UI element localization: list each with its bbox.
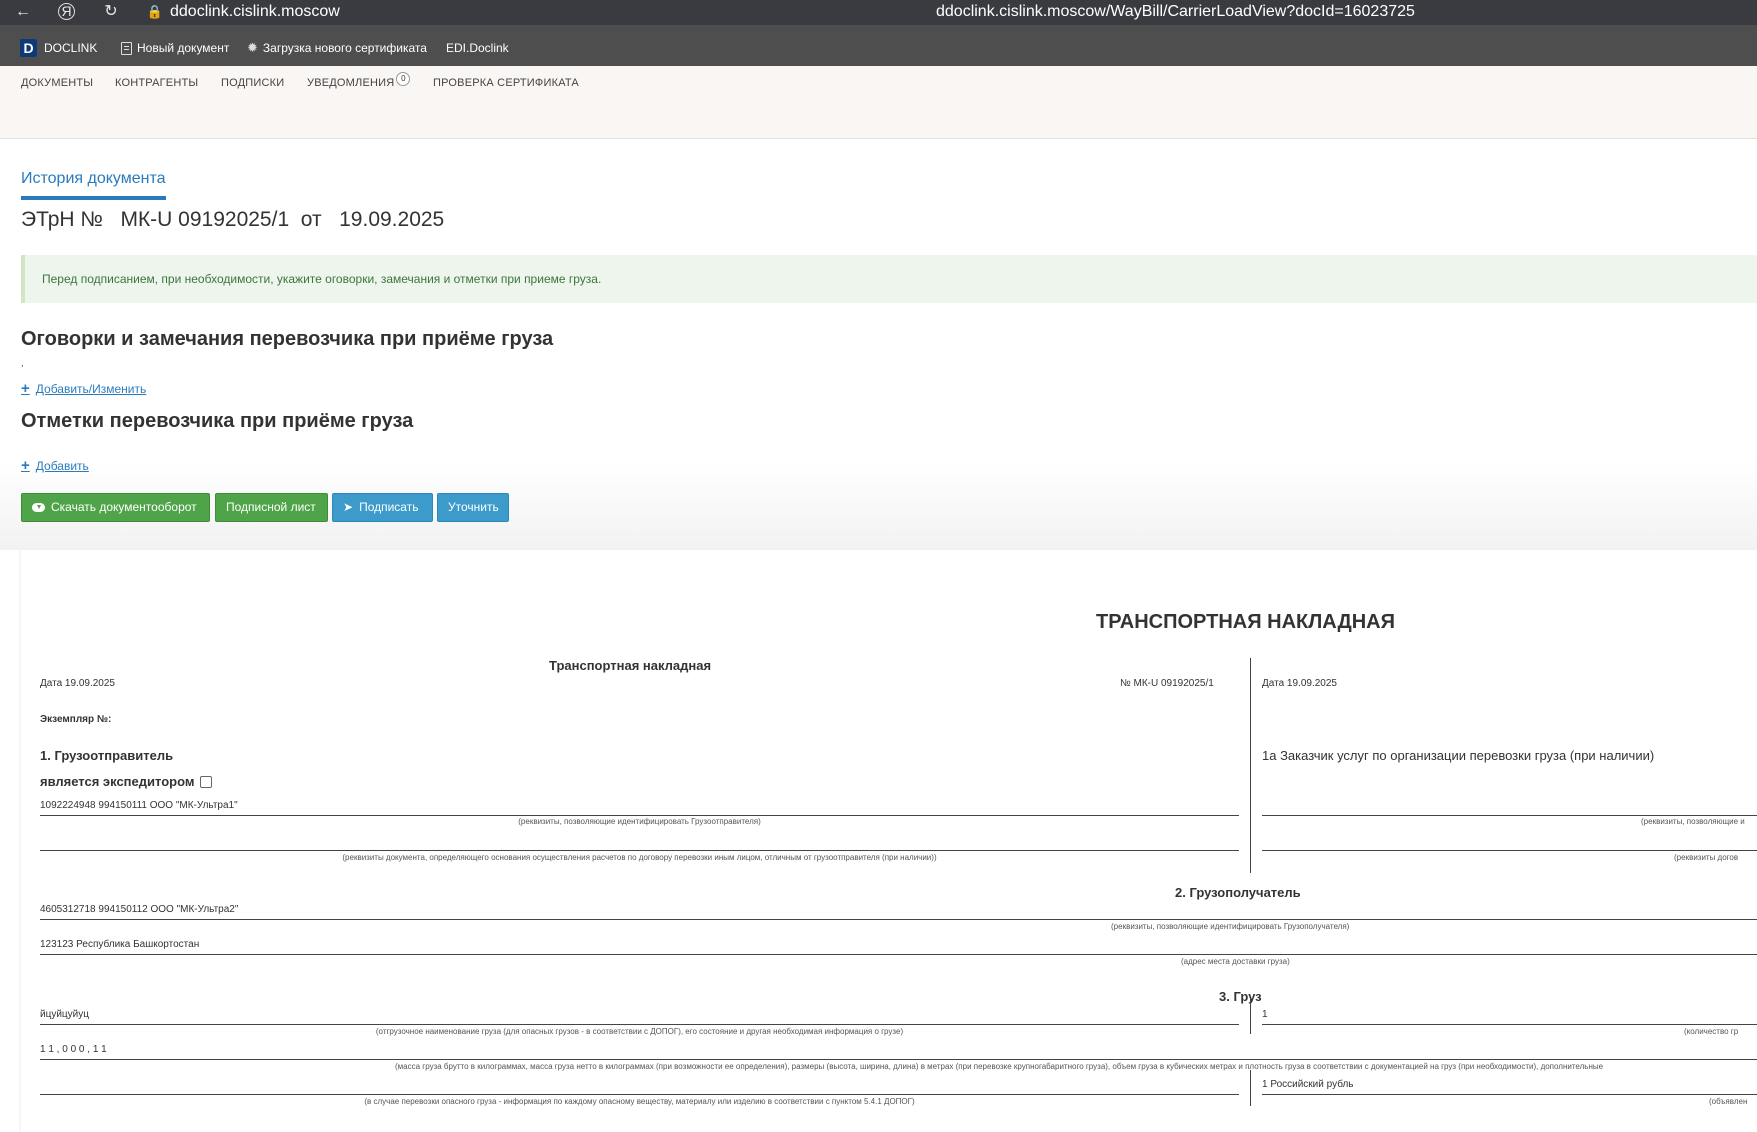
shipper-line — [40, 815, 1239, 816]
edi-doclink-link[interactable]: EDI.Doclink — [446, 41, 509, 55]
customer-doc-caption: (реквизиты догов — [1674, 853, 1739, 862]
consignee-line — [40, 919, 1757, 920]
consignee-value: 4605312718 994150112 ООО "МК-Ультра2" — [40, 904, 239, 915]
menu-subscriptions[interactable]: ПОДПИСКИ — [221, 77, 284, 89]
delivery-address-line — [40, 954, 1757, 955]
dangerous-line — [40, 1094, 1239, 1095]
doclink-logo-text[interactable]: DOCLINK — [44, 41, 97, 55]
remarks-value: , — [21, 358, 24, 368]
plus-icon: + — [21, 380, 30, 397]
menu-notifications-label: УВЕДОМЛЕНИЯ — [307, 77, 395, 89]
notifications-count-badge: 0 — [396, 72, 411, 86]
signature-sheet-label: Подписной лист — [226, 500, 316, 514]
download-docflow-button[interactable]: Скачать документооборот — [21, 493, 210, 522]
shipper-heading: 1. Грузоотправитель — [40, 748, 174, 763]
main-menu: ДОКУМЕНТЫ КОНТРАГЕНТЫ ПОДПИСКИ УВЕДОМЛЕН… — [0, 66, 1757, 139]
cargo-mass-line — [40, 1059, 1757, 1060]
new-document-link[interactable]: Новый документ — [121, 41, 229, 55]
declared-caption: (объявлен — [1709, 1097, 1748, 1106]
clarify-button[interactable]: Уточнить — [437, 493, 509, 522]
forwarder-row: является экспедитором — [40, 774, 213, 789]
sign-button[interactable]: ➤ Подписать — [332, 493, 433, 522]
add-label: Добавить — [35, 458, 89, 473]
forwarder-checkbox[interactable] — [200, 775, 213, 788]
marks-heading: Отметки перевозчика при приёме груза — [21, 410, 414, 432]
document-icon — [121, 41, 132, 55]
clarify-label: Уточнить — [448, 500, 499, 514]
dangerous-caption: (в случае перевозки опасного груза - инф… — [364, 1097, 915, 1106]
menu-contractors[interactable]: КОНТРАГЕНТЫ — [115, 77, 198, 89]
plus-icon: + — [21, 457, 30, 474]
waybill-date-right: Дата 19.09.2025 — [1262, 678, 1337, 689]
currency-divider — [1250, 1070, 1251, 1106]
cargo-name-line — [40, 1024, 1239, 1025]
waybill-subtitle: Транспортная накладная — [549, 658, 712, 673]
shipper-doc-caption: (реквизиты документа, определяющего осно… — [342, 853, 937, 862]
menu-notifications[interactable]: УВЕДОМЛЕНИЯ 0 — [307, 72, 411, 91]
copy-number-label: Экземпляр №: — [40, 714, 112, 725]
currency-value: 1 Российский рубль — [1262, 1079, 1354, 1090]
cargo-heading: 3. Груз — [1219, 989, 1262, 1004]
add-edit-label: Добавить/Изменить — [35, 381, 147, 396]
yandex-icon[interactable]: Я — [58, 3, 75, 20]
cloud-download-icon — [32, 503, 45, 512]
declared-line — [1262, 1094, 1757, 1095]
upload-certificate-link[interactable]: ✹ Загрузка нового сертификата — [247, 40, 427, 56]
remarks-heading: Оговорки и замечания перевозчика при при… — [21, 328, 554, 350]
paper-plane-icon: ➤ — [343, 500, 354, 514]
customer-heading: 1а Заказчик услуг по организации перевоз… — [1262, 748, 1655, 763]
shipper-doc-line — [40, 850, 1239, 851]
back-arrow-icon[interactable]: ← — [14, 3, 32, 21]
waybill-number: № МК-U 09192025/1 — [1120, 678, 1214, 689]
waybill-main-title: ТРАНСПОРТНАЯ НАКЛАДНАЯ — [1096, 611, 1395, 633]
doclink-logo-icon[interactable]: D — [20, 39, 37, 57]
customer-line — [1262, 815, 1757, 816]
waybill-area: ТРАНСПОРТНАЯ НАКЛАДНАЯ Транспортная накл… — [0, 550, 1757, 1132]
cargo-name-caption: (отгрузочное наименование груза (для опа… — [375, 1027, 904, 1036]
forwarder-label: является экспедитором — [40, 774, 195, 789]
cargo-quantity-value: 1 — [1262, 1009, 1268, 1020]
waybill-sheet: ТРАНСПОРТНАЯ НАКЛАДНАЯ Транспортная накл… — [21, 550, 1757, 1132]
cargo-mass-caption: (масса груза брутто в килограммах, масса… — [395, 1062, 1604, 1071]
active-tab-underline — [21, 196, 166, 200]
url-full[interactable]: ddoclink.cislink.moscow/WayBill/CarrierL… — [936, 3, 1415, 21]
column-divider — [1250, 658, 1251, 873]
download-docflow-label: Скачать документооборот — [51, 500, 197, 514]
delivery-address-caption: (адрес места доставки груза) — [1181, 957, 1290, 966]
upload-certificate-label: Загрузка нового сертификата — [262, 41, 427, 55]
tab-document-history[interactable]: История документа — [21, 170, 166, 188]
gear-icon: ✹ — [247, 40, 258, 55]
app-top-bar: D DOCLINK Новый документ ✹ Загрузка ново… — [0, 25, 1757, 66]
lock-icon[interactable]: 🔒 — [146, 3, 164, 21]
customer-doc-line — [1262, 850, 1757, 851]
browser-address-bar: ← Я ↻ 🔒 ddoclink.cislink.moscow ddoclink… — [0, 0, 1757, 25]
cargo-divider — [1250, 999, 1251, 1034]
consignee-heading: 2. Грузополучатель — [1175, 885, 1301, 900]
info-alert: Перед подписанием, при необходимости, ук… — [21, 255, 1757, 303]
customer-caption: (реквизиты, позволяющие и — [1641, 817, 1745, 826]
cargo-quantity-line — [1262, 1024, 1757, 1025]
consignee-caption: (реквизиты, позволяющие идентифицировать… — [1111, 922, 1350, 931]
cargo-name-value: йцуйцуйуц — [40, 1009, 89, 1020]
page-title: ЭТрН № МК-U 09192025/1 от 19.09.2025 — [21, 208, 445, 231]
delivery-address-value: 123123 Республика Башкортостан — [40, 939, 200, 950]
shipper-caption: (реквизиты, позволяющие идентифицировать… — [518, 817, 761, 826]
add-marks-link[interactable]: + Добавить — [21, 457, 89, 474]
new-document-label: Новый документ — [137, 41, 230, 55]
sign-label: Подписать — [359, 500, 419, 514]
url-host[interactable]: ddoclink.cislink.moscow — [170, 3, 340, 21]
waybill-date-left: Дата 19.09.2025 — [40, 678, 115, 689]
cargo-quantity-caption: (количество гр — [1684, 1027, 1739, 1036]
menu-certificate-check[interactable]: ПРОВЕРКА СЕРТИФИКАТА — [433, 77, 579, 89]
menu-documents[interactable]: ДОКУМЕНТЫ — [21, 77, 93, 89]
page-content: История документа ЭТрН № МК-U 09192025/1… — [0, 140, 1757, 550]
signature-sheet-button[interactable]: Подписной лист — [215, 493, 328, 522]
add-edit-remarks-link[interactable]: + Добавить/Изменить — [21, 380, 146, 397]
shipper-value: 1092224948 994150111 ООО "МК-Ультра1" — [40, 800, 238, 811]
reload-icon[interactable]: ↻ — [102, 3, 120, 21]
cargo-mass-value: 1 1 , 0 0 0 , 1 1 — [40, 1044, 107, 1055]
